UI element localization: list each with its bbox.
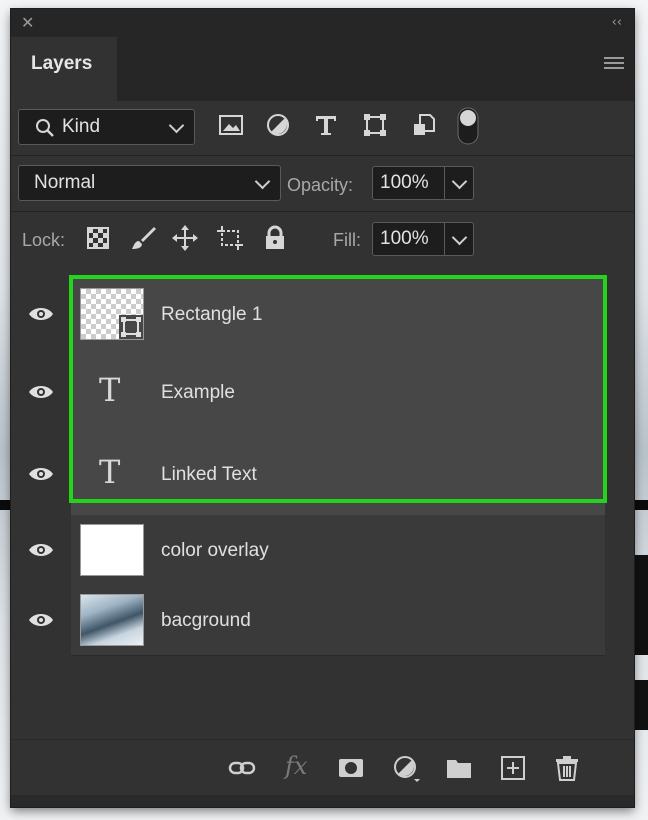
eye-icon [29,614,53,626]
layer-cell[interactable]: Rectangle 1 [71,276,605,352]
opacity-dropdown-icon[interactable] [451,173,468,190]
filter-toggle-icon[interactable] [457,107,479,145]
collapse-icon[interactable]: ‹‹ [612,15,622,30]
lock-all-icon[interactable] [262,225,288,251]
visibility-toggle[interactable] [11,433,71,515]
divider [11,155,634,156]
panel-footer: fx [11,739,634,796]
chevron-down-icon [254,173,271,190]
panel-titlebar: ✕ ‹‹ [11,9,634,37]
layer-row[interactable]: T Linked Text [11,433,605,516]
layer-cell[interactable]: color overlay [71,515,605,586]
layer-cell[interactable]: bacground [71,585,605,656]
visibility-toggle[interactable] [11,585,71,655]
add-mask-icon[interactable] [337,754,365,782]
eye-icon [29,386,53,398]
tab-layers[interactable]: Layers [11,37,117,101]
eye-icon [29,308,53,320]
eye-icon [29,468,53,480]
layers-panel: ✕ ‹‹ Layers Kind Normal Opacity: 100% Lo… [11,9,634,807]
layer-list: Rectangle 1 T Example T Linked Text colo… [11,269,634,739]
blend-mode-value: Normal [34,172,96,193]
adjustment-filter-icon[interactable] [265,112,291,138]
resize-grip[interactable] [11,795,634,807]
text-layer-icon: T [99,371,121,409]
layer-name: Example [161,382,235,403]
background-shape [634,680,648,730]
fx-icon[interactable]: fx [285,752,307,780]
shape-filter-icon[interactable] [362,112,388,138]
layer-row[interactable]: T Example [11,351,605,434]
opacity-value: 100% [380,172,429,193]
layer-name: Linked Text [161,464,257,485]
layer-name: bacground [161,610,251,631]
layer-name: Rectangle 1 [161,304,263,325]
visibility-toggle[interactable] [11,351,71,433]
lock-image-icon[interactable] [130,225,156,251]
type-filter-icon[interactable] [313,112,339,138]
layer-cell[interactable]: T Linked Text [71,433,605,516]
layer-name: color overlay [161,540,269,561]
text-layer-icon: T [99,453,121,491]
opacity-field[interactable]: 100% [372,166,474,200]
fill-dropdown-icon[interactable] [451,229,468,246]
opacity-label: Opacity: [287,175,354,195]
layer-row[interactable]: color overlay [11,515,605,586]
image-filter-icon[interactable] [218,112,244,138]
shape-layer-icon [119,315,143,339]
panel-menu-icon[interactable] [604,57,624,71]
lock-transparent-icon[interactable] [85,225,111,251]
visibility-toggle[interactable] [11,276,71,351]
new-group-icon[interactable] [445,754,473,782]
layer-row[interactable]: Rectangle 1 [11,276,605,352]
kind-filter-select[interactable]: Kind [18,109,195,145]
divider [11,211,634,212]
kind-filter-value: Kind [62,116,101,137]
new-layer-icon[interactable] [499,754,527,782]
lock-label: Lock: [22,230,66,250]
tab-strip: Layers [11,37,634,101]
layer-cell[interactable]: T Example [71,351,605,434]
fill-label: Fill: [333,230,361,250]
layer-thumbnail [80,288,144,340]
lock-position-icon[interactable] [172,225,198,251]
eye-icon [29,544,53,556]
layer-thumbnail [80,524,144,576]
chevron-down-icon [168,117,185,134]
search-icon [36,119,54,137]
link-layers-icon[interactable] [228,754,256,782]
layer-thumbnail [80,594,144,646]
smart-object-filter-icon[interactable] [411,112,437,138]
visibility-toggle[interactable] [11,515,71,585]
background-shape [634,555,648,655]
close-icon[interactable]: ✕ [21,15,34,31]
new-adjustment-icon[interactable] [392,754,420,782]
fill-field[interactable]: 100% [372,222,474,256]
blend-mode-select[interactable]: Normal [18,165,281,201]
delete-icon[interactable] [553,754,581,782]
layer-row[interactable]: bacground [11,585,605,656]
lock-artboard-icon[interactable] [217,225,243,251]
fill-value: 100% [380,228,429,249]
